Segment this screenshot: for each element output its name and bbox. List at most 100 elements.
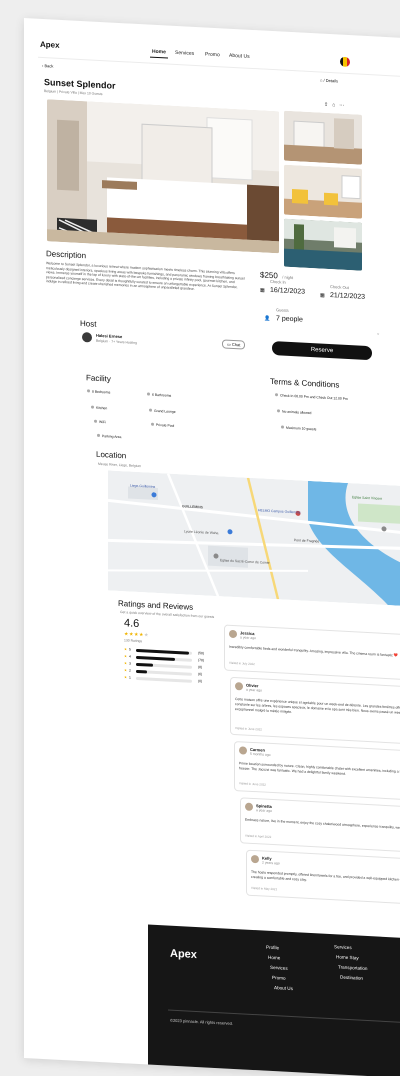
rating-level-count: (8)	[198, 665, 203, 670]
facility-label: Kitchen	[96, 405, 108, 411]
facility-item: Grand Lounge	[149, 408, 176, 414]
terms-item: Maximum 10 guests	[281, 425, 316, 431]
lounge-icon	[149, 408, 152, 412]
footer-link[interactable]: Home	[268, 955, 280, 961]
rating-level-count: (78)	[198, 658, 205, 663]
facility-label: Private Pool	[156, 422, 175, 428]
location-address: Meuse River, Liege, Belgium	[98, 461, 142, 469]
footer-link[interactable]: Promo	[272, 975, 286, 981]
guests-field[interactable]: 👤 Guests 7 people	[264, 307, 303, 325]
review-text: Incredibly comfortable beds and wonderfu…	[229, 644, 398, 658]
checkin-label: Check In	[270, 278, 286, 285]
review-card: Kelly 2 years ago The hosts responded pr…	[246, 849, 400, 907]
rating-count: 130 Ratings	[124, 638, 143, 644]
rating-level: 4	[129, 654, 131, 659]
location-map[interactable]: Liege-Guillemins GUILLEMINS Pont de Frag…	[108, 470, 400, 607]
chat-button[interactable]: ▭ Chat	[222, 339, 246, 350]
rating-level: 5	[129, 647, 131, 652]
rating-breakdown: ★ 5 (58) ★ 4 (78) ★ 3 (8) ★ 2 (6) ★ 1 (0)	[124, 647, 214, 692]
footer-link[interactable]: Transportation	[338, 964, 367, 971]
main-photo[interactable]	[47, 99, 279, 254]
details-page: Apex Home Services Promo About Us ‹ Back…	[24, 18, 400, 1076]
bedroom-side-photo-image	[284, 110, 362, 165]
guests-label: Guests	[276, 307, 289, 313]
breadcrumb-current: Details	[325, 77, 338, 84]
avatar	[251, 854, 259, 864]
host-years: 7+ Years Hosting	[111, 339, 137, 345]
back-link[interactable]: ‹ Back	[42, 63, 53, 69]
footer-link[interactable]: Services	[334, 944, 352, 950]
more-icon[interactable]: ⋯	[339, 103, 348, 109]
share-icon[interactable]: ⇪	[324, 102, 332, 108]
description-heading: Description	[46, 249, 87, 261]
brand-logo[interactable]: Apex	[40, 40, 60, 50]
chat-icon: ▭	[227, 341, 231, 347]
calendar-icon: ▦	[320, 292, 325, 299]
nav-about[interactable]: About Us	[229, 53, 250, 60]
bath-icon	[147, 392, 150, 396]
terms-item: Check In 08.00 Pm and Check Out 12.00 Pm	[275, 393, 348, 401]
home-icon[interactable]: ⌂	[320, 78, 322, 83]
property-actions: ⇪⌂⋯	[324, 102, 348, 109]
rating-score: 4.6	[124, 617, 140, 631]
language-flag-icon[interactable]	[340, 56, 350, 68]
guests-icon	[281, 425, 284, 429]
terms-label: Check In 08.00 Pm and Check Out 12.00 Pm	[280, 393, 348, 401]
review-visited: Visited in April 2022	[245, 833, 272, 839]
footer-link[interactable]: About Us	[274, 985, 293, 991]
star-icon: ★	[124, 647, 128, 652]
footer-link[interactable]: Destination	[340, 975, 363, 981]
chevron-down-icon[interactable]: ⌄	[376, 330, 380, 336]
facility-item: WiFi	[94, 419, 106, 424]
rating-bar-track	[136, 676, 192, 683]
avatar	[245, 802, 253, 812]
avatar	[229, 629, 237, 639]
review-time: a year ago	[240, 635, 257, 641]
footer-link[interactable]: Services	[270, 965, 288, 971]
review-time: 2 years ago	[262, 860, 280, 866]
rating-bar-fill	[136, 662, 153, 667]
gallery-photo-2[interactable]	[284, 164, 362, 219]
review-visited: Visited in June 2022	[239, 781, 266, 787]
host-details: Belgium · 7+ Years Hosting	[96, 338, 137, 345]
review-text: Cette maison offre une expérience unique…	[235, 697, 400, 716]
footer-copyright: ©2023 pinnacle. All rights reserved.	[170, 1017, 233, 1026]
facility-item: Private Pool	[151, 422, 175, 428]
checkin-field[interactable]: ▦ Check In 16/12/2023	[260, 278, 305, 296]
facility-label: Parking Area	[102, 434, 122, 440]
no-pets-icon	[277, 409, 280, 413]
nav-promo[interactable]: Promo	[205, 51, 220, 58]
host-location: Belgium	[96, 338, 109, 344]
pool-photo-image	[284, 218, 362, 271]
rating-level-count: (58)	[198, 651, 205, 656]
rating-bar-fill	[136, 669, 148, 673]
host-avatar[interactable]	[82, 332, 92, 343]
back-label: Back	[44, 63, 54, 69]
terms-heading: Terms & Conditions	[270, 376, 340, 390]
star-icon: ★	[124, 668, 128, 673]
review-card: Jessica a year ago Incredibly comfortabl…	[224, 624, 400, 682]
facility-item: Parking Area	[97, 433, 122, 440]
rating-level: 2	[129, 668, 131, 673]
top-nav: Home Services Promo About Us	[24, 18, 400, 60]
review-time: a year ago	[246, 687, 263, 693]
footer-link[interactable]: Home Stay	[336, 954, 359, 960]
breadcrumb: ⌂ / Details	[320, 77, 338, 84]
footer-link[interactable]: Profile	[266, 945, 279, 951]
rating-bar-fill	[136, 655, 176, 661]
gallery-photo-1[interactable]	[284, 110, 362, 165]
gallery-photo-3[interactable]	[284, 218, 362, 271]
footer-brand[interactable]: Apex	[170, 948, 197, 961]
facility-item: Kitchen	[91, 405, 108, 411]
facility-label: 8 Bedrooms	[92, 389, 111, 395]
page-stage: Apex Home Services Promo About Us ‹ Back…	[0, 0, 400, 1076]
nav-home[interactable]: Home	[152, 49, 166, 56]
review-visited: Visited in May 2021	[251, 885, 278, 892]
checkout-label: Check Out	[330, 284, 349, 291]
nav-services[interactable]: Services	[175, 50, 194, 57]
nav-active-indicator	[150, 56, 168, 59]
pool-icon	[151, 422, 154, 426]
rating-bar-fill	[136, 648, 190, 655]
reserve-button[interactable]: Reserve	[272, 340, 372, 361]
checkout-field[interactable]: ▦ Check Out 21/12/2023	[320, 284, 365, 302]
